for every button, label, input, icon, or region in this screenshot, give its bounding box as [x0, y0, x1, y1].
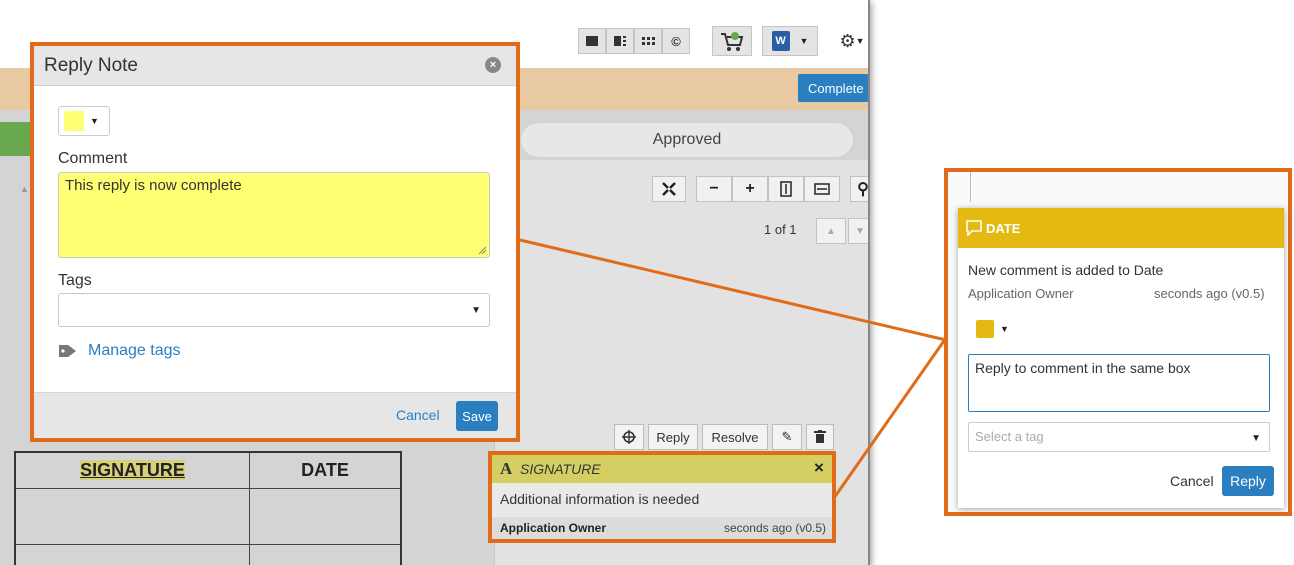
date-comment-card: DATE New comment is added to Date Applic… — [958, 208, 1284, 508]
reply-submit-button[interactable]: Reply — [1222, 466, 1274, 496]
chevron-down-icon: ▼ — [1251, 433, 1261, 444]
author-label: Application Owner — [968, 286, 1074, 301]
date-card-title: DATE — [986, 221, 1021, 236]
comment-icon — [966, 220, 982, 236]
timestamp-label: seconds ago (v0.5) — [1154, 286, 1265, 301]
tag-placeholder: Select a tag — [975, 429, 1044, 444]
color-swatch — [976, 320, 994, 338]
date-comment-panel: DATE New comment is added to Date Applic… — [944, 168, 1292, 516]
reply-input[interactable]: Reply to comment in the same box — [968, 354, 1270, 412]
chevron-down-icon: ▼ — [1000, 324, 1009, 334]
divider — [970, 172, 971, 202]
date-card-header: DATE — [958, 208, 1284, 248]
color-picker-button[interactable]: ▼ — [976, 320, 1009, 338]
callout-line — [519, 238, 947, 342]
cancel-button[interactable]: Cancel — [1170, 473, 1214, 489]
tag-select[interactable]: Select a tag ▼ — [968, 422, 1270, 452]
callout-line — [832, 337, 948, 499]
date-comment-message: New comment is added to Date — [968, 262, 1164, 278]
